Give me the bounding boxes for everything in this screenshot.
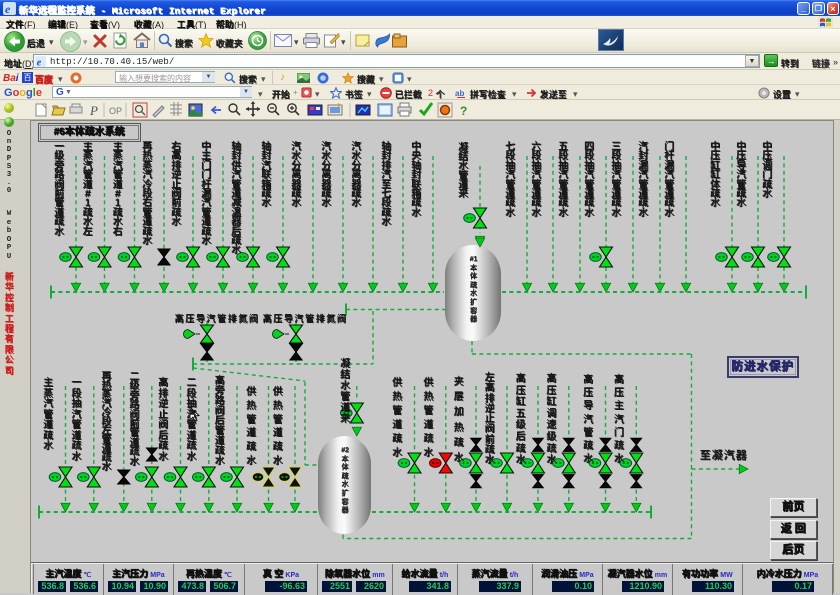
- svg-text:?: ?: [460, 104, 467, 118]
- svg-text:OP: OP: [109, 106, 122, 116]
- svg-text:P: P: [89, 103, 98, 118]
- svg-text:e: e: [5, 2, 11, 15]
- svg-text:e: e: [37, 57, 42, 67]
- svg-text:ab: ab: [455, 89, 464, 98]
